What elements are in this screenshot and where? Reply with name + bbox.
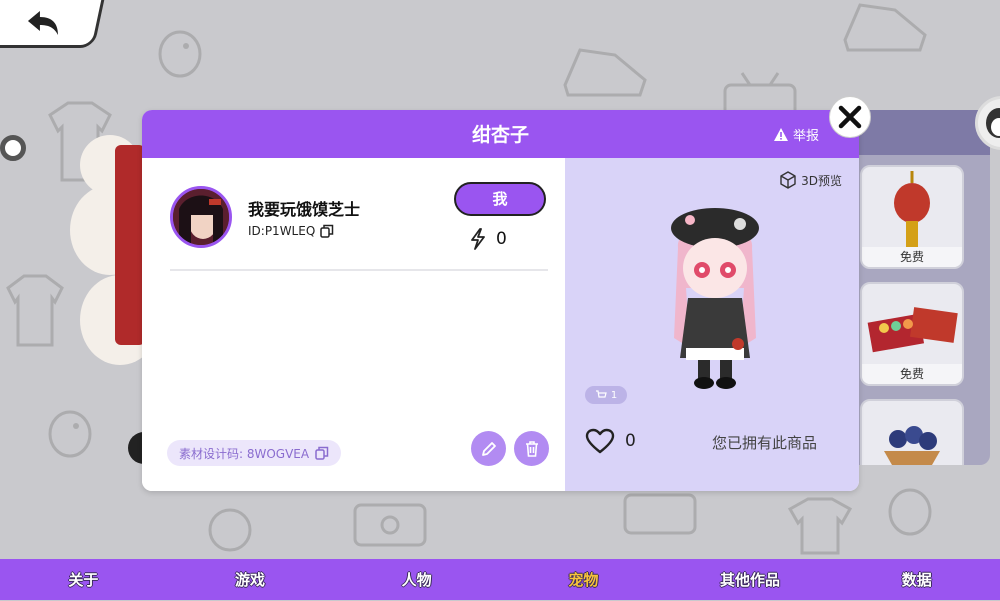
back-arrow-icon	[26, 9, 60, 41]
nav-item-games[interactable]: 游戏	[167, 559, 334, 600]
copy-icon[interactable]	[320, 224, 334, 238]
cart-icon	[595, 390, 607, 398]
user-id: ID:P1WLEQ	[248, 224, 334, 238]
back-button[interactable]	[0, 0, 106, 48]
bird-doodle-icon	[888, 488, 932, 536]
tv-doodle-icon	[623, 493, 697, 535]
bird-doodle-icon	[48, 410, 92, 458]
design-code-text: 素材设计码: 8WOGVEA	[179, 446, 310, 461]
pencil-icon	[481, 441, 496, 456]
item-detail-dialog: 绀杏子 举报 我要玩饿馍芝士 ID:P1WLEQ 我 0 素材设计码: 8WOG…	[142, 110, 859, 491]
nav-item-characters[interactable]: 人物	[333, 559, 500, 600]
bird-doodle-icon	[158, 30, 202, 78]
dialog-title: 绀杏子	[471, 124, 529, 146]
like-button[interactable]: 0	[585, 428, 636, 454]
nav-item-data[interactable]: 数据	[833, 559, 1000, 600]
3d-preview-button[interactable]: 3D预览	[779, 171, 842, 189]
delete-button[interactable]	[514, 431, 549, 466]
shoe-doodle-icon	[563, 48, 647, 97]
shirt-doodle-icon	[787, 497, 853, 555]
cart-badge: 1	[585, 386, 627, 404]
energy-counter: 0	[470, 228, 507, 250]
shop-item-price: 免费	[862, 364, 962, 384]
close-icon	[838, 105, 862, 129]
warning-icon	[773, 128, 788, 141]
creator-info-pane: 我要玩饿馍芝士 ID:P1WLEQ 我 0 素材设计码: 8WOGVEA	[142, 158, 565, 491]
dialog-header: 绀杏子 举报	[142, 110, 859, 158]
me-button[interactable]: 我	[454, 182, 546, 216]
divider	[170, 269, 548, 271]
blueberry-basket-icon	[884, 426, 940, 465]
report-button[interactable]: 举报	[773, 125, 819, 144]
owned-status-text: 您已拥有此商品	[712, 434, 818, 452]
user-id-text: ID:P1WLEQ	[248, 224, 316, 238]
username: 我要玩饿馍芝士	[248, 200, 361, 219]
avatar[interactable]	[170, 186, 232, 248]
close-button[interactable]	[829, 96, 871, 138]
bird-doodle-icon	[208, 508, 252, 552]
shop-item[interactable]	[860, 399, 964, 465]
character-figure	[671, 208, 759, 389]
shop-panel: 免费 免费	[840, 110, 990, 465]
design-code-pill: 素材设计码: 8WOGVEA	[167, 440, 342, 466]
shop-item[interactable]: 免费	[860, 165, 964, 269]
gift-box-icon	[867, 307, 958, 353]
radio-indicator[interactable]	[0, 135, 26, 161]
item-preview-pane: 3D预览 1 0 您已拥有此商品	[565, 158, 859, 491]
shop-item-price: 免费	[862, 247, 962, 267]
tv-doodle-icon	[353, 503, 427, 547]
shirt-doodle-icon	[6, 274, 64, 347]
like-count: 0	[625, 431, 636, 451]
trash-icon	[525, 440, 538, 457]
cart-count: 1	[610, 389, 618, 401]
nav-item-pets[interactable]: 宠物	[500, 559, 667, 600]
copy-icon[interactable]	[315, 446, 329, 460]
lightning-icon	[471, 228, 485, 250]
energy-count: 0	[496, 229, 507, 249]
lantern-icon	[894, 171, 930, 247]
shoe-doodle-icon	[843, 3, 927, 52]
nav-item-other-works[interactable]: 其他作品	[667, 559, 834, 600]
heart-icon	[585, 428, 615, 454]
3d-preview-label: 3D预览	[801, 173, 842, 188]
report-label: 举报	[792, 129, 819, 144]
edit-button[interactable]	[471, 431, 506, 466]
bottom-nav: 关于 游戏 人物 宠物 其他作品 数据	[0, 559, 1000, 600]
nav-item-about[interactable]: 关于	[0, 559, 167, 600]
shop-item[interactable]: 免费	[860, 282, 964, 386]
cube-icon	[780, 171, 796, 189]
